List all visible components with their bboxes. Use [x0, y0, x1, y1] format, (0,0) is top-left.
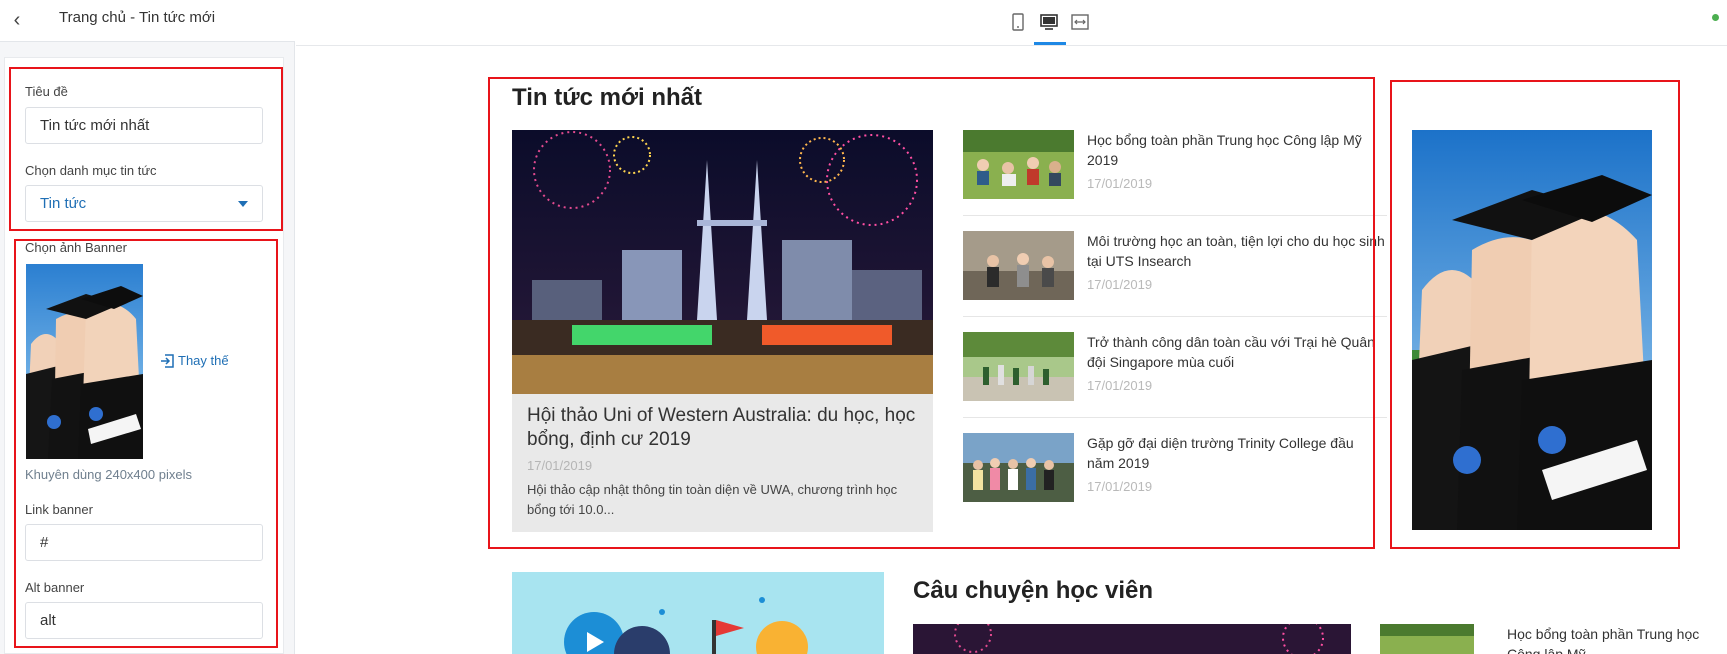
link-banner-label: Link banner — [25, 502, 93, 517]
list-divider — [963, 417, 1387, 418]
news-title-text-1: Học bổng toàn phần Trung học Công lập Mỹ… — [1087, 132, 1362, 168]
news-title-text-3: Trở thành công dân toàn cầu với Trại hè … — [1087, 334, 1375, 370]
alt-banner-label: Alt banner — [25, 580, 85, 595]
featured-image[interactable] — [512, 130, 933, 394]
title-label: Tiêu đề — [25, 84, 68, 99]
news-title-text-2: Môi trường học an toàn, tiện lợi cho du … — [1087, 233, 1385, 269]
link-banner-input[interactable] — [25, 524, 263, 561]
preview-toolbar — [296, 0, 1727, 46]
category-select[interactable]: Tin tức — [25, 185, 263, 222]
sidebar-header: ‹ Trang chủ - Tin tức mới — [0, 0, 295, 42]
news-title-2[interactable]: Môi trường học an toàn, tiện lợi cho du … — [1087, 231, 1387, 271]
news-date-4: 17/01/2019 — [1087, 479, 1153, 494]
story-illustration[interactable] — [512, 572, 884, 654]
status-dot — [1712, 14, 1719, 21]
banner-size-hint: Khuyên dùng 240x400 pixels — [25, 467, 192, 482]
fullwidth-icon[interactable] — [1069, 11, 1091, 33]
featured-title[interactable]: Hội thảo Uni of Western Australia: du họ… — [527, 404, 922, 452]
desktop-icon[interactable] — [1038, 11, 1060, 33]
news-date-1: 17/01/2019 — [1087, 176, 1153, 191]
mobile-icon[interactable] — [1007, 11, 1029, 33]
story-main-image[interactable] — [913, 624, 1351, 654]
list-divider — [963, 316, 1387, 317]
news-title-3[interactable]: Trở thành công dân toàn cầu với Trại hè … — [1087, 332, 1387, 372]
replace-label: Thay thế — [178, 353, 229, 368]
banner-thumbnail[interactable] — [26, 264, 143, 459]
section2-title: Câu chuyện học viên — [913, 577, 1154, 604]
news-thumb-3[interactable] — [963, 332, 1074, 401]
caret-down-icon — [238, 201, 248, 207]
news-title-1[interactable]: Học bổng toàn phần Trung học Công lập Mỹ… — [1087, 130, 1387, 170]
active-tab-indicator — [1034, 42, 1066, 45]
story-item-title[interactable]: Học bổng toàn phần Trung học Công lập Mỹ — [1507, 624, 1717, 654]
news-thumb-2[interactable] — [963, 231, 1074, 300]
news-thumb-4[interactable] — [963, 433, 1074, 502]
preview-banner-image[interactable] — [1412, 130, 1652, 530]
news-title-text-4: Gặp gỡ đại diện trường Trinity College đ… — [1087, 435, 1354, 471]
editor-sidebar: ‹ Trang chủ - Tin tức mới Tiêu đề Chọn d… — [0, 0, 295, 654]
story-thumb[interactable] — [1380, 624, 1474, 654]
alt-banner-input[interactable] — [25, 602, 263, 639]
news-date-3: 17/01/2019 — [1087, 378, 1153, 393]
featured-desc: Hội thảo cập nhật thông tin toàn diện về… — [527, 482, 898, 517]
back-icon[interactable]: ‹ — [6, 8, 28, 32]
category-label: Chọn danh mục tin tức — [25, 163, 157, 178]
news-date-2: 17/01/2019 — [1087, 277, 1153, 292]
section-title: Tin tức mới nhất — [512, 84, 703, 111]
featured-caption[interactable]: Hội thảo Uni of Western Australia: du họ… — [512, 394, 933, 532]
banner-label: Chọn ảnh Banner — [25, 240, 127, 255]
list-divider — [963, 215, 1387, 216]
title-input[interactable] — [25, 107, 263, 144]
category-selected: Tin tức — [40, 195, 87, 212]
replace-icon — [161, 353, 174, 368]
news-title-4[interactable]: Gặp gỡ đại diện trường Trinity College đ… — [1087, 433, 1387, 473]
news-thumb-1[interactable] — [963, 130, 1074, 199]
featured-date: 17/01/2019 — [527, 458, 593, 473]
sidebar-title: Trang chủ - Tin tức mới — [59, 9, 216, 26]
replace-banner-button[interactable]: Thay thế — [160, 353, 229, 368]
